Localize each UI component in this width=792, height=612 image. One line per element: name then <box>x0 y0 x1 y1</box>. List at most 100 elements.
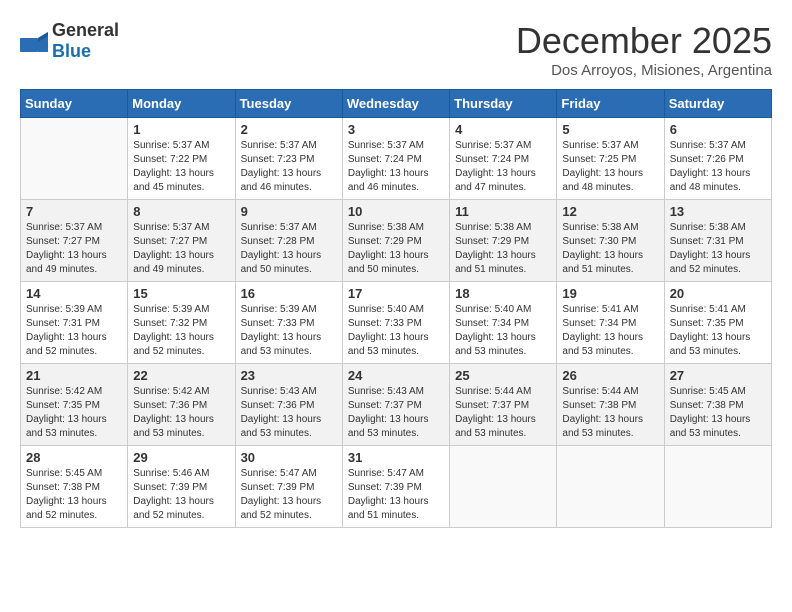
header-day-tuesday: Tuesday <box>235 90 342 118</box>
calendar-cell: 9 Sunrise: 5:37 AMSunset: 7:28 PMDaylight… <box>235 200 342 282</box>
day-number: 19 <box>562 286 658 301</box>
day-info: Sunrise: 5:38 AMSunset: 7:29 PMDaylight:… <box>455 221 551 277</box>
day-info: Sunrise: 5:37 AMSunset: 7:28 PMDaylight:… <box>241 221 337 277</box>
header-day-thursday: Thursday <box>450 90 557 118</box>
day-number: 14 <box>26 286 122 301</box>
day-number: 13 <box>670 204 766 219</box>
day-number: 9 <box>241 204 337 219</box>
day-info: Sunrise: 5:40 AMSunset: 7:33 PMDaylight:… <box>348 303 444 359</box>
logo: General Blue <box>20 20 119 62</box>
calendar-cell: 16Sunrise: 5:39 AMSunset: 7:33 PMDayligh… <box>235 282 342 364</box>
calendar-cell: 6 Sunrise: 5:37 AMSunset: 7:26 PMDaylight… <box>664 118 771 200</box>
calendar-cell <box>557 446 664 528</box>
calendar-cell: 25 Sunrise: 5:44 AMSunset: 7:37 PMDayligh… <box>450 364 557 446</box>
day-number: 28 <box>26 450 122 465</box>
day-info: Sunrise: 5:37 AMSunset: 7:24 PMDaylight:… <box>455 139 551 195</box>
day-number: 2 <box>241 122 337 137</box>
calendar-cell: 15 Sunrise: 5:39 AMSunset: 7:32 PMDayligh… <box>128 282 235 364</box>
day-number: 3 <box>348 122 444 137</box>
calendar-cell: 18 Sunrise: 5:40 AMSunset: 7:34 PMDayligh… <box>450 282 557 364</box>
calendar-cell: 26 Sunrise: 5:44 AMSunset: 7:38 PMDayligh… <box>557 364 664 446</box>
calendar-cell: 10Sunrise: 5:38 AMSunset: 7:29 PMDayligh… <box>342 200 449 282</box>
calendar-cell: 27 Sunrise: 5:45 AMSunset: 7:38 PMDayligh… <box>664 364 771 446</box>
day-info: Sunrise: 5:44 AMSunset: 7:38 PMDaylight:… <box>562 385 658 441</box>
day-number: 25 <box>455 368 551 383</box>
header-day-monday: Monday <box>128 90 235 118</box>
day-number: 30 <box>241 450 337 465</box>
logo-icon <box>20 30 48 52</box>
day-number: 4 <box>455 122 551 137</box>
day-info: Sunrise: 5:45 AMSunset: 7:38 PMDaylight:… <box>26 467 122 523</box>
calendar-body: 1Sunrise: 5:37 AMSunset: 7:22 PMDaylight… <box>21 118 772 528</box>
calendar-week-2: 7 Sunrise: 5:37 AMSunset: 7:27 PMDaylight… <box>21 200 772 282</box>
calendar-header: SundayMondayTuesdayWednesdayThursdayFrid… <box>21 90 772 118</box>
calendar-cell: 20Sunrise: 5:41 AMSunset: 7:35 PMDayligh… <box>664 282 771 364</box>
calendar-cell: 23 Sunrise: 5:43 AMSunset: 7:36 PMDayligh… <box>235 364 342 446</box>
day-info: Sunrise: 5:43 AMSunset: 7:36 PMDaylight:… <box>241 385 337 441</box>
calendar-cell: 1Sunrise: 5:37 AMSunset: 7:22 PMDaylight… <box>128 118 235 200</box>
calendar-cell: 4 Sunrise: 5:37 AMSunset: 7:24 PMDaylight… <box>450 118 557 200</box>
day-info: Sunrise: 5:39 AMSunset: 7:32 PMDaylight:… <box>133 303 229 359</box>
day-number: 23 <box>241 368 337 383</box>
day-info: Sunrise: 5:45 AMSunset: 7:38 PMDaylight:… <box>670 385 766 441</box>
day-info: Sunrise: 5:39 AMSunset: 7:31 PMDaylight:… <box>26 303 122 359</box>
calendar-cell: 31 Sunrise: 5:47 AMSunset: 7:39 PMDayligh… <box>342 446 449 528</box>
day-info: Sunrise: 5:37 AMSunset: 7:26 PMDaylight:… <box>670 139 766 195</box>
logo-general: General <box>52 20 119 40</box>
calendar-cell: 22Sunrise: 5:42 AMSunset: 7:36 PMDayligh… <box>128 364 235 446</box>
day-number: 21 <box>26 368 122 383</box>
calendar-cell: 12 Sunrise: 5:38 AMSunset: 7:30 PMDayligh… <box>557 200 664 282</box>
calendar-cell: 28 Sunrise: 5:45 AMSunset: 7:38 PMDayligh… <box>21 446 128 528</box>
calendar-cell: 24Sunrise: 5:43 AMSunset: 7:37 PMDayligh… <box>342 364 449 446</box>
calendar-cell: 21Sunrise: 5:42 AMSunset: 7:35 PMDayligh… <box>21 364 128 446</box>
day-number: 29 <box>133 450 229 465</box>
day-number: 12 <box>562 204 658 219</box>
day-info: Sunrise: 5:37 AMSunset: 7:25 PMDaylight:… <box>562 139 658 195</box>
day-info: Sunrise: 5:37 AMSunset: 7:24 PMDaylight:… <box>348 139 444 195</box>
day-number: 26 <box>562 368 658 383</box>
day-info: Sunrise: 5:37 AMSunset: 7:27 PMDaylight:… <box>26 221 122 277</box>
calendar-cell: 11 Sunrise: 5:38 AMSunset: 7:29 PMDayligh… <box>450 200 557 282</box>
calendar-cell: 17Sunrise: 5:40 AMSunset: 7:33 PMDayligh… <box>342 282 449 364</box>
day-info: Sunrise: 5:44 AMSunset: 7:37 PMDaylight:… <box>455 385 551 441</box>
header-day-friday: Friday <box>557 90 664 118</box>
logo-blue: Blue <box>52 41 91 61</box>
calendar-cell: 2 Sunrise: 5:37 AMSunset: 7:23 PMDaylight… <box>235 118 342 200</box>
logo-text: General Blue <box>52 20 119 62</box>
day-number: 15 <box>133 286 229 301</box>
month-title: December 2025 <box>516 20 772 62</box>
calendar-week-5: 28 Sunrise: 5:45 AMSunset: 7:38 PMDayligh… <box>21 446 772 528</box>
header-day-sunday: Sunday <box>21 90 128 118</box>
day-info: Sunrise: 5:39 AMSunset: 7:33 PMDaylight:… <box>241 303 337 359</box>
day-number: 18 <box>455 286 551 301</box>
calendar-cell <box>664 446 771 528</box>
day-number: 24 <box>348 368 444 383</box>
day-number: 11 <box>455 204 551 219</box>
day-number: 1 <box>133 122 229 137</box>
title-section: December 2025 Dos Arroyos, Misiones, Arg… <box>516 20 772 79</box>
page-header: General Blue December 2025 Dos Arroyos, … <box>20 20 772 79</box>
day-info: Sunrise: 5:47 AMSunset: 7:39 PMDaylight:… <box>348 467 444 523</box>
calendar-cell: 30Sunrise: 5:47 AMSunset: 7:39 PMDayligh… <box>235 446 342 528</box>
day-info: Sunrise: 5:37 AMSunset: 7:23 PMDaylight:… <box>241 139 337 195</box>
calendar-cell <box>21 118 128 200</box>
day-info: Sunrise: 5:38 AMSunset: 7:30 PMDaylight:… <box>562 221 658 277</box>
day-number: 20 <box>670 286 766 301</box>
day-number: 7 <box>26 204 122 219</box>
day-number: 5 <box>562 122 658 137</box>
calendar-week-1: 1Sunrise: 5:37 AMSunset: 7:22 PMDaylight… <box>21 118 772 200</box>
header-day-wednesday: Wednesday <box>342 90 449 118</box>
calendar-week-3: 14 Sunrise: 5:39 AMSunset: 7:31 PMDayligh… <box>21 282 772 364</box>
day-info: Sunrise: 5:40 AMSunset: 7:34 PMDaylight:… <box>455 303 551 359</box>
day-number: 6 <box>670 122 766 137</box>
day-number: 27 <box>670 368 766 383</box>
calendar-table: SundayMondayTuesdayWednesdayThursdayFrid… <box>20 89 772 528</box>
calendar-cell: 13 Sunrise: 5:38 AMSunset: 7:31 PMDayligh… <box>664 200 771 282</box>
calendar-week-4: 21Sunrise: 5:42 AMSunset: 7:35 PMDayligh… <box>21 364 772 446</box>
day-info: Sunrise: 5:38 AMSunset: 7:31 PMDaylight:… <box>670 221 766 277</box>
calendar-cell: 29Sunrise: 5:46 AMSunset: 7:39 PMDayligh… <box>128 446 235 528</box>
calendar-cell: 8Sunrise: 5:37 AMSunset: 7:27 PMDaylight… <box>128 200 235 282</box>
day-number: 22 <box>133 368 229 383</box>
subtitle: Dos Arroyos, Misiones, Argentina <box>516 62 772 79</box>
day-number: 31 <box>348 450 444 465</box>
